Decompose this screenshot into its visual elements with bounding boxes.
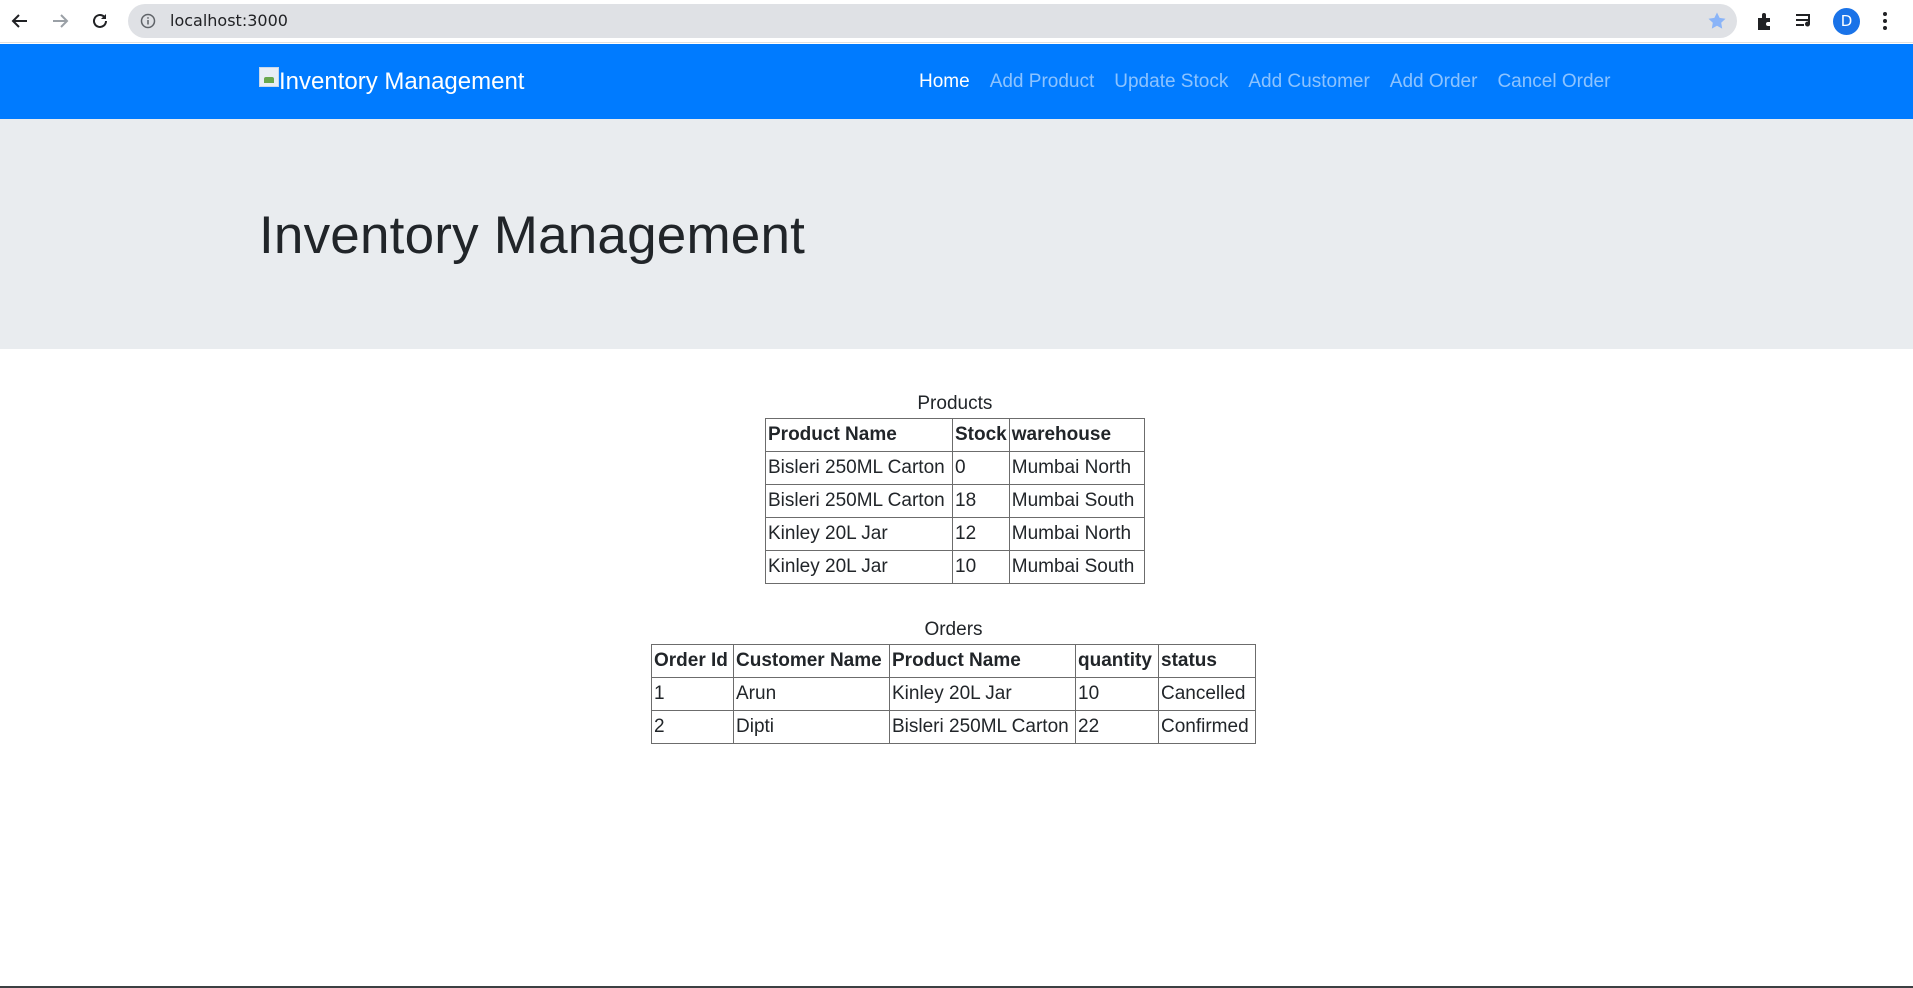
nav-link-add-product[interactable]: Add Product (990, 71, 1095, 93)
browser-toolbar: localhost:3000 D (0, 0, 1913, 43)
more-vertical-icon[interactable] (1880, 10, 1890, 32)
table-cell: Kinley 20L Jar (765, 550, 953, 584)
info-icon[interactable] (140, 13, 156, 29)
table-row: Bisleri 250ML Carton 0 Mumbai North (765, 451, 1145, 485)
nav-link-add-order[interactable]: Add Order (1390, 71, 1478, 93)
column-header: status (1158, 644, 1256, 678)
table-row: 2 Dipti Bisleri 250ML Carton 22 Confirme… (651, 710, 1256, 744)
profile-avatar[interactable]: D (1833, 8, 1860, 35)
orders-table: Order Id Customer Name Product Name quan… (651, 644, 1256, 744)
table-cell: Bisleri 250ML Carton (765, 451, 953, 485)
table-row: 1 Arun Kinley 20L Jar 10 Cancelled (651, 677, 1256, 711)
url-text: localhost:3000 (170, 11, 288, 30)
table-header-row: Order Id Customer Name Product Name quan… (651, 644, 1256, 678)
nav-links: Home Add Product Update Stock Add Custom… (919, 44, 1630, 119)
column-header: Order Id (651, 644, 734, 678)
table-cell: Arun (733, 677, 890, 711)
table-cell: 0 (952, 451, 1010, 485)
arrow-left-icon (11, 14, 27, 28)
back-button[interactable] (5, 6, 35, 36)
media-queue-icon[interactable] (1794, 10, 1816, 32)
table-cell: Bisleri 250ML Carton (765, 484, 953, 518)
table-cell: Dipti (733, 710, 890, 744)
table-row: Bisleri 250ML Carton 18 Mumbai South (765, 484, 1145, 518)
products-section: Products Product Name Stock warehouse Bi… (765, 393, 1145, 584)
table-cell: 10 (952, 550, 1010, 584)
arrow-right-icon (53, 14, 69, 28)
table-cell: Confirmed (1158, 710, 1256, 744)
table-row: Kinley 20L Jar 12 Mumbai North (765, 517, 1145, 551)
table-cell: 2 (651, 710, 734, 744)
column-header: Product Name (765, 418, 953, 452)
app-navbar: Inventory Management Home Add Product Up… (0, 44, 1913, 119)
products-table: Product Name Stock warehouse Bisleri 250… (765, 418, 1145, 584)
column-header: Stock (952, 418, 1010, 452)
table-cell: 18 (952, 484, 1010, 518)
column-header: quantity (1075, 644, 1159, 678)
column-header: Product Name (889, 644, 1076, 678)
table-cell: Kinley 20L Jar (765, 517, 953, 551)
nav-link-cancel-order[interactable]: Cancel Order (1497, 71, 1610, 93)
reload-icon (93, 13, 107, 28)
broken-image-icon (259, 67, 279, 87)
column-header: warehouse (1008, 418, 1145, 452)
extensions-puzzle-icon[interactable] (1754, 10, 1776, 32)
table-header-row: Product Name Stock warehouse (765, 418, 1145, 452)
brand-alt-text: Inventory Management (279, 68, 525, 95)
table-cell: Mumbai South (1008, 550, 1145, 584)
table-cell: Bisleri 250ML Carton (889, 710, 1076, 744)
table-cell: Cancelled (1158, 677, 1256, 711)
bookmark-star-icon[interactable] (1707, 11, 1727, 31)
nav-link-update-stock[interactable]: Update Stock (1114, 71, 1228, 93)
nav-link-add-customer[interactable]: Add Customer (1248, 71, 1369, 93)
table-cell: 12 (952, 517, 1010, 551)
table-cell: Mumbai North (1008, 517, 1145, 551)
column-header: Customer Name (733, 644, 890, 678)
jumbotron: Inventory Management (0, 119, 1913, 349)
nav-link-home[interactable]: Home (919, 71, 970, 93)
forward-button[interactable] (45, 6, 75, 36)
table-cell: 10 (1075, 677, 1159, 711)
table-cell: Mumbai North (1008, 451, 1145, 485)
brand-logo-link[interactable]: Inventory Management (259, 67, 525, 96)
table-cell: Mumbai South (1008, 484, 1145, 518)
products-caption: Products (917, 393, 993, 414)
table-row: Kinley 20L Jar 10 Mumbai South (765, 550, 1145, 584)
table-cell: Kinley 20L Jar (889, 677, 1076, 711)
orders-caption: Orders (924, 619, 983, 640)
reload-button[interactable] (85, 6, 115, 36)
orders-section: Orders Order Id Customer Name Product Na… (651, 619, 1256, 744)
page-title: Inventory Management (259, 206, 806, 265)
table-cell: 22 (1075, 710, 1159, 744)
address-bar[interactable]: localhost:3000 (128, 4, 1737, 38)
table-cell: 1 (651, 677, 734, 711)
